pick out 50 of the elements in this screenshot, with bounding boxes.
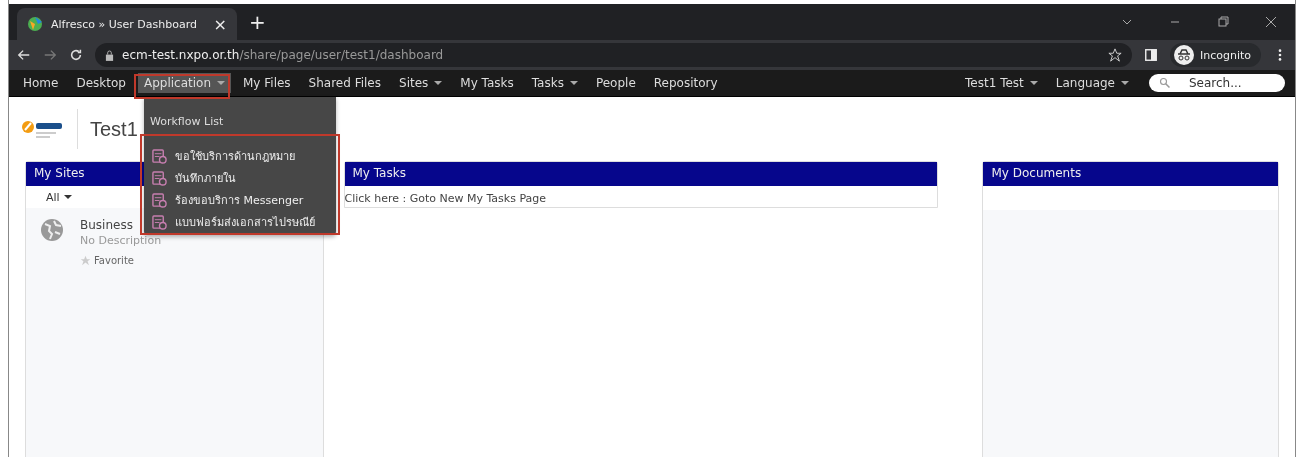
nav-item[interactable]: My Tasks	[454, 73, 520, 93]
tasks-link[interactable]: Click here : Goto New My Tasks Page	[344, 192, 547, 205]
menu-item[interactable]: บันทึกภายใน	[152, 169, 315, 187]
side-panel-icon[interactable]	[1143, 48, 1158, 62]
caret-icon	[63, 195, 72, 199]
nav-item[interactable]: Home	[17, 73, 65, 93]
nav-item[interactable]: My Files	[237, 73, 297, 93]
form-icon	[152, 214, 167, 230]
dashboard-title: Test1	[90, 117, 138, 141]
globe-icon	[27, 16, 43, 32]
incognito-button[interactable]: Incognito	[1169, 43, 1261, 67]
incognito-icon	[1173, 45, 1194, 65]
form-icon	[152, 192, 167, 208]
search-icon	[1159, 77, 1171, 89]
menu-heading: Workflow List	[150, 115, 224, 128]
site-description: No Description	[80, 234, 162, 247]
globe-icon	[40, 218, 64, 242]
close-tab-button[interactable]: ×	[213, 14, 227, 34]
tab-title: Alfresco » User Dashboard	[51, 17, 197, 31]
new-tab-button[interactable]: +	[249, 10, 266, 34]
browser-tab[interactable]: Alfresco » User Dashboard ×	[17, 8, 237, 40]
form-icon	[152, 148, 167, 164]
star-icon[interactable]	[1107, 48, 1122, 62]
menu-item[interactable]: ขอใช้บริการด้านกฎหมาย	[152, 147, 315, 165]
filter-dropdown[interactable]: All	[46, 190, 72, 204]
forward-icon[interactable]	[43, 48, 57, 62]
menu-item[interactable]: แบบฟอร์มส่งเอกสารไปรษณีย์	[152, 213, 315, 231]
dashlet-title: My Tasks	[344, 162, 938, 186]
back-icon[interactable]	[17, 48, 31, 62]
favorite-link[interactable]: Favorite	[80, 255, 162, 266]
search-field[interactable]: Search...	[1149, 74, 1285, 92]
logo-icon	[21, 118, 65, 140]
nav-item[interactable]: People	[589, 73, 642, 93]
lock-icon	[105, 49, 114, 61]
nav-item[interactable]: Sites	[393, 73, 449, 93]
address-bar[interactable]: ecm-test.nxpo.or.th/share/page/user/test1/dashboard	[95, 43, 1132, 67]
nav-item[interactable]: Test1 Test	[959, 73, 1044, 93]
nav-item[interactable]: Tasks	[525, 73, 584, 93]
reload-icon[interactable]	[69, 48, 83, 62]
close-icon[interactable]	[1265, 16, 1277, 28]
nav-item[interactable]: Desktop	[70, 73, 132, 93]
nav-item[interactable]: Language	[1049, 73, 1135, 93]
menu-item[interactable]: ร้องขอบริการ Messenger	[152, 191, 315, 209]
url-text: ecm-test.nxpo.or.th/share/page/user/test1/dashboard	[122, 48, 444, 62]
restore-icon[interactable]	[1217, 16, 1229, 28]
form-icon	[152, 170, 167, 186]
star-icon	[80, 255, 91, 266]
nav-item[interactable]: Shared Files	[302, 73, 387, 93]
nav-item[interactable]: Repository	[647, 73, 724, 93]
dashlet-title: My Documents	[983, 162, 1278, 186]
